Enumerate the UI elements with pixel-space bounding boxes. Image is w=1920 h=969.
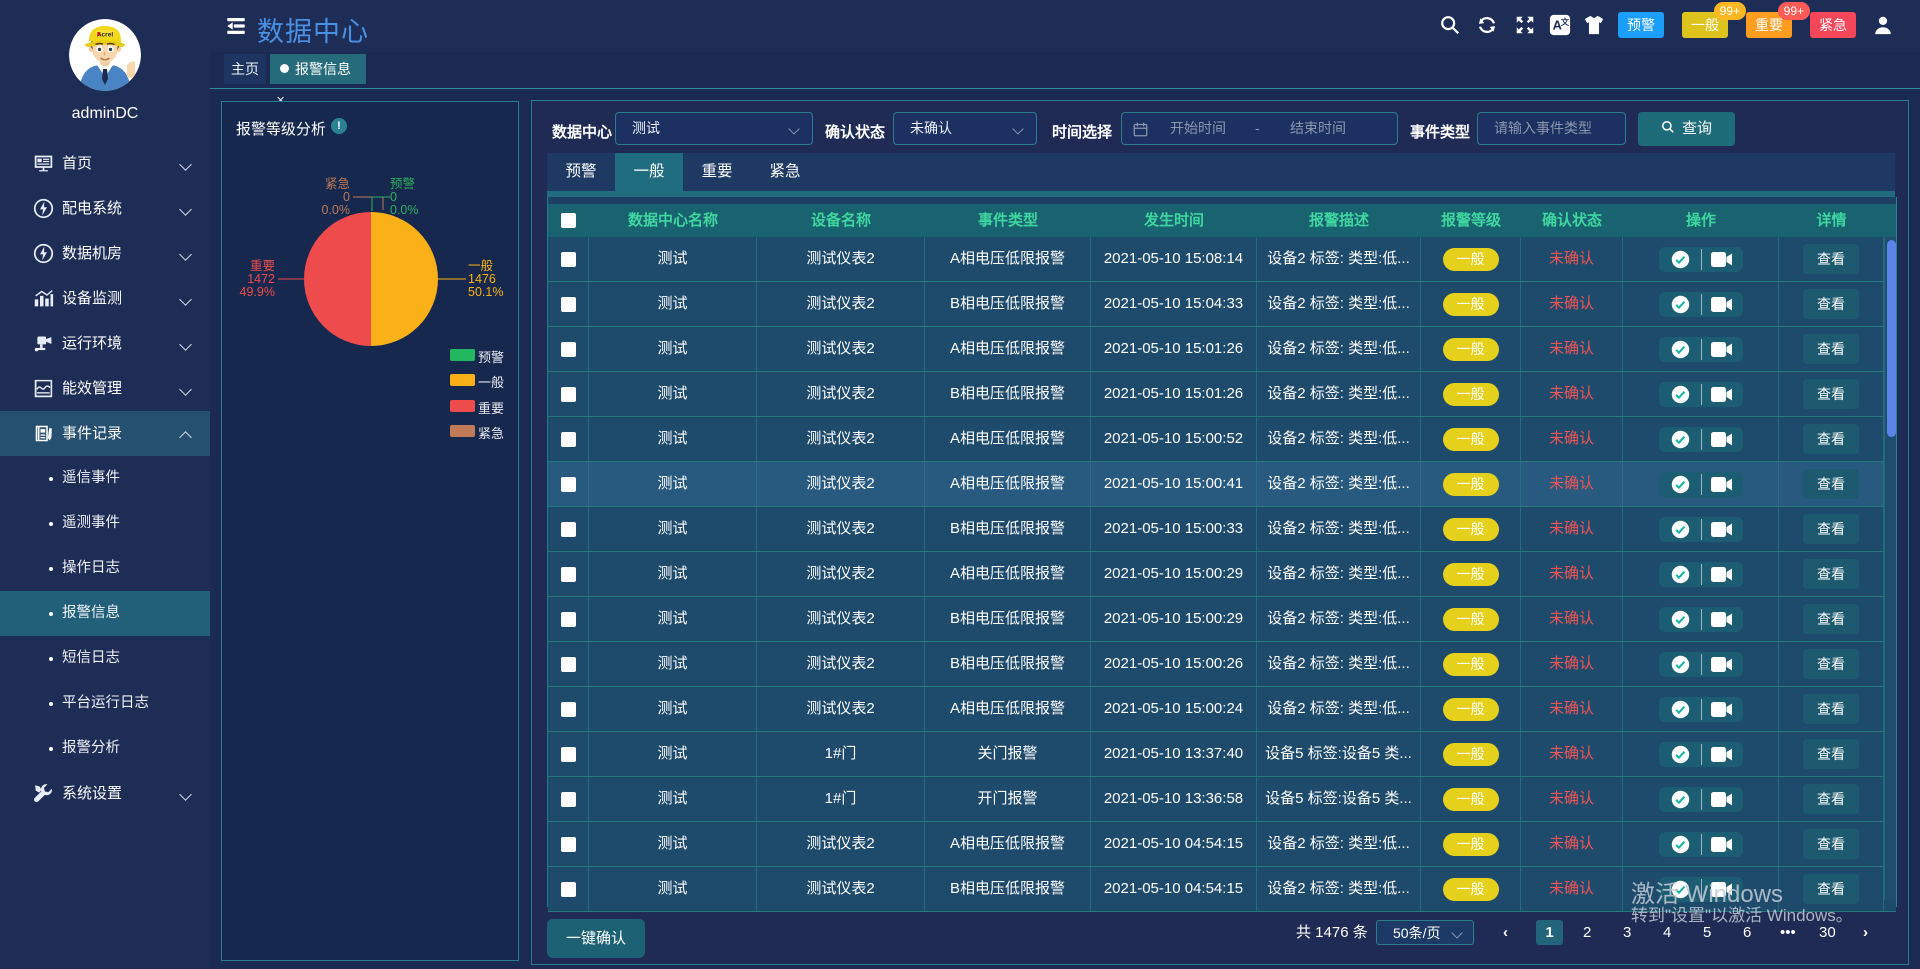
svg-text:49.9%: 49.9%	[240, 285, 275, 299]
svg-text:预警: 预警	[390, 176, 415, 191]
svg-text:1476: 1476	[468, 272, 496, 286]
svg-text:50.1%: 50.1%	[468, 285, 503, 299]
svg-text:1472: 1472	[247, 272, 275, 286]
svg-text:重要: 重要	[250, 258, 275, 273]
svg-text:文: 文	[1561, 17, 1570, 27]
svg-text:0.0%: 0.0%	[390, 203, 419, 217]
svg-text:0.0%: 0.0%	[322, 203, 351, 217]
svg-text:一般: 一般	[468, 258, 494, 273]
svg-text:0: 0	[390, 190, 397, 204]
svg-text:紧急: 紧急	[325, 176, 350, 191]
svg-text:0: 0	[343, 190, 350, 204]
